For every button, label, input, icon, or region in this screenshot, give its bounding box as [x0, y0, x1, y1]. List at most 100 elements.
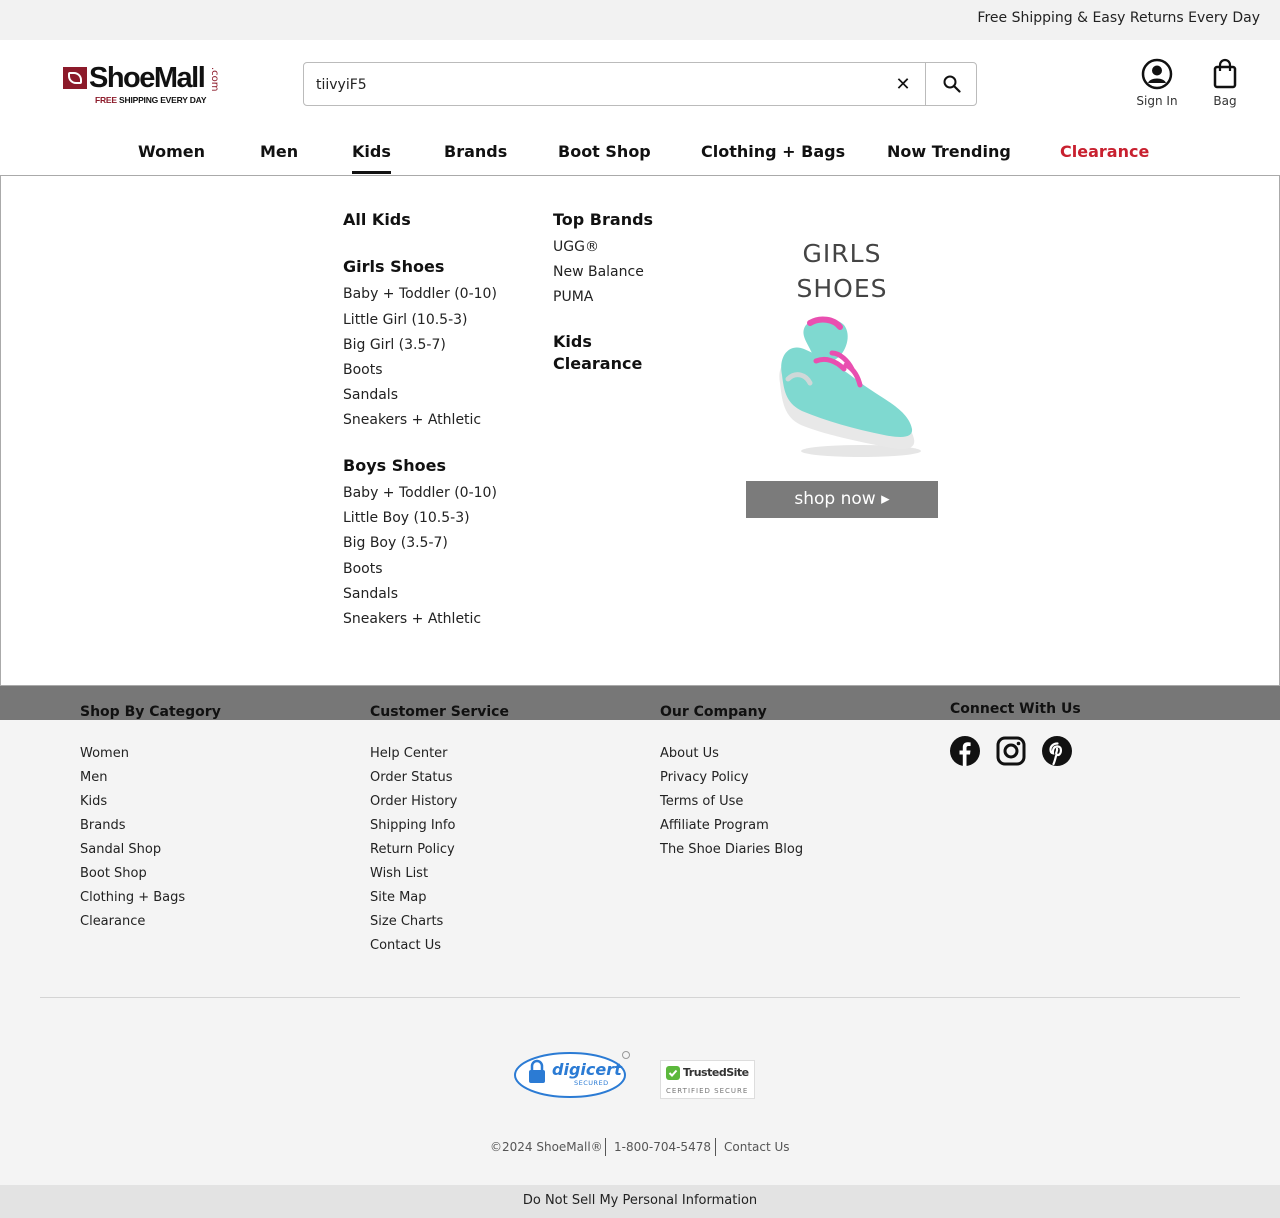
nav-now-trending[interactable]: Now Trending	[887, 142, 1011, 171]
brand-link[interactable]: New Balance	[553, 264, 644, 280]
footer-link[interactable]: Help Center	[370, 746, 448, 761]
footer-link[interactable]: Return Policy	[370, 842, 455, 857]
nav-clearance[interactable]: Clearance	[1060, 142, 1149, 171]
digicert-sub: SECURED	[574, 1079, 609, 1087]
footer-link[interactable]: Wish List	[370, 866, 428, 881]
all-kids-link[interactable]: All Kids	[343, 209, 411, 231]
boys-link[interactable]: Sneakers + Athletic	[343, 611, 481, 627]
promo-title-line1: GIRLS	[802, 239, 882, 268]
logo-tagline-highlight: FREE	[95, 95, 117, 105]
pinterest-icon[interactable]	[1042, 736, 1072, 766]
account-icon	[1141, 58, 1173, 90]
nav-women[interactable]: Women	[138, 142, 205, 171]
facebook-icon[interactable]	[950, 736, 980, 766]
footer-link[interactable]: Size Charts	[370, 914, 443, 929]
nav-brands[interactable]: Brands	[444, 142, 507, 171]
trustedsite-badge[interactable]: TrustedSite CERTIFIED SECURE	[660, 1060, 755, 1099]
top-brands-heading: Top Brands	[553, 210, 654, 229]
girls-link[interactable]: Baby + Toddler (0-10)	[343, 286, 497, 302]
phone-link[interactable]: 1-800-704-5478	[614, 1140, 711, 1154]
digicert-badge[interactable]: digicert SECURED	[514, 1050, 632, 1098]
boys-link[interactable]: Baby + Toddler (0-10)	[343, 485, 497, 501]
legal-contact-link[interactable]: Contact Us	[724, 1140, 790, 1154]
boys-link[interactable]: Big Boy (3.5-7)	[343, 535, 448, 551]
boys-link[interactable]: Sandals	[343, 586, 398, 602]
footer-link[interactable]: Clothing + Bags	[80, 890, 185, 905]
footer-link[interactable]: Women	[80, 746, 129, 761]
shopping-bag-icon	[1213, 58, 1237, 89]
logo-dotcom: .com	[209, 67, 220, 92]
footer-divider	[40, 997, 1240, 998]
footer-heading: Customer Service	[370, 704, 509, 720]
bag-label: Bag	[1213, 94, 1237, 108]
promo-title-line2: SHOES	[796, 274, 888, 303]
footer-link[interactable]: Boot Shop	[80, 866, 147, 881]
main-nav: Women Men Kids Brands Boot Shop Clothing…	[0, 138, 1280, 176]
girls-shoes-promo[interactable]: GIRLS SHOES	[746, 209, 938, 519]
footer-link[interactable]: Clearance	[80, 914, 145, 929]
boys-link[interactable]: Boots	[343, 561, 383, 577]
nav-men[interactable]: Men	[260, 142, 298, 171]
footer-link[interactable]: The Shoe Diaries Blog	[660, 842, 803, 857]
footer-link[interactable]: Men	[80, 770, 107, 785]
brand-link[interactable]: UGG®	[553, 239, 599, 255]
nav-clothing-bags[interactable]: Clothing + Bags	[701, 142, 845, 171]
trustedsite-sub: CERTIFIED SECURE	[666, 1087, 749, 1095]
footer-link[interactable]: Brands	[80, 818, 126, 833]
footer-link[interactable]: Contact Us	[370, 938, 441, 953]
girls-shoes-heading[interactable]: Girls Shoes	[343, 256, 444, 278]
boys-link[interactable]: Little Boy (10.5-3)	[343, 510, 470, 526]
sign-in-label: Sign In	[1136, 94, 1178, 108]
kids-clearance-line2: Clearance	[553, 354, 643, 373]
do-not-sell-link[interactable]: Do Not Sell My Personal Information	[0, 1185, 1280, 1218]
copyright-text: ©2024 ShoeMall®	[490, 1140, 603, 1154]
footer-link[interactable]: Order History	[370, 794, 457, 809]
logo-name: ShoeMall	[89, 62, 206, 94]
nav-boot-shop[interactable]: Boot Shop	[558, 142, 651, 171]
footer-link[interactable]: About Us	[660, 746, 719, 761]
girls-sneaker-image	[779, 316, 921, 457]
girls-link[interactable]: Little Girl (10.5-3)	[343, 312, 468, 328]
girls-link[interactable]: Boots	[343, 362, 383, 378]
footer-link[interactable]: Kids	[80, 794, 107, 809]
shop-now-button[interactable]: shop now ▸	[746, 481, 938, 518]
search-box: ✕	[303, 62, 977, 106]
nav-kids[interactable]: Kids	[352, 142, 391, 174]
brand-link[interactable]: PUMA	[553, 289, 593, 305]
sign-in-button[interactable]: Sign In	[1133, 58, 1181, 108]
logo-tagline: FREE SHIPPING EVERY DAY	[95, 95, 206, 105]
footer-link[interactable]: Privacy Policy	[660, 770, 749, 785]
bag-button[interactable]: Bag	[1206, 58, 1244, 108]
search-input[interactable]	[316, 74, 876, 96]
search-icon	[943, 75, 961, 93]
trustedsite-name: TrustedSite	[683, 1066, 749, 1079]
footer-link[interactable]: Site Map	[370, 890, 427, 905]
clear-search-icon[interactable]: ✕	[892, 75, 914, 97]
footer-link[interactable]: Shipping Info	[370, 818, 455, 833]
promo-text: Free Shipping & Easy Returns Every Day	[977, 10, 1260, 26]
legal-separator	[605, 1138, 606, 1156]
footer: Shop By Category Women Men Kids Brands S…	[0, 701, 1280, 1185]
logo-tagline-rest: SHIPPING EVERY DAY	[116, 95, 207, 105]
kids-clearance-link[interactable]: Kids Clearance	[553, 331, 642, 375]
footer-link[interactable]: Order Status	[370, 770, 453, 785]
girls-link[interactable]: Sandals	[343, 387, 398, 403]
logo-mark-icon	[63, 67, 87, 89]
digicert-name: digicert	[552, 1060, 622, 1079]
girls-link[interactable]: Sneakers + Athletic	[343, 412, 481, 428]
trustedsite-check-icon	[666, 1066, 680, 1080]
footer-heading: Our Company	[660, 704, 767, 720]
legal-separator	[715, 1138, 716, 1156]
footer-link[interactable]: Terms of Use	[660, 794, 743, 809]
shoemall-logo[interactable]: ShoeMall .com FREE SHIPPING EVERY DAY	[63, 62, 223, 108]
footer-link[interactable]: Affiliate Program	[660, 818, 769, 833]
kids-clearance-line1: Kids	[553, 332, 592, 351]
promo-bar: Free Shipping & Easy Returns Every Day	[0, 0, 1280, 40]
footer-heading: Connect With Us	[950, 701, 1081, 717]
girls-link[interactable]: Big Girl (3.5-7)	[343, 337, 446, 353]
boys-shoes-heading[interactable]: Boys Shoes	[343, 455, 446, 477]
search-button[interactable]	[925, 62, 977, 106]
instagram-icon[interactable]	[996, 736, 1026, 766]
footer-link[interactable]: Sandal Shop	[80, 842, 161, 857]
kids-mega-menu: All Kids Girls Shoes Baby + Toddler (0-1…	[0, 175, 1280, 686]
